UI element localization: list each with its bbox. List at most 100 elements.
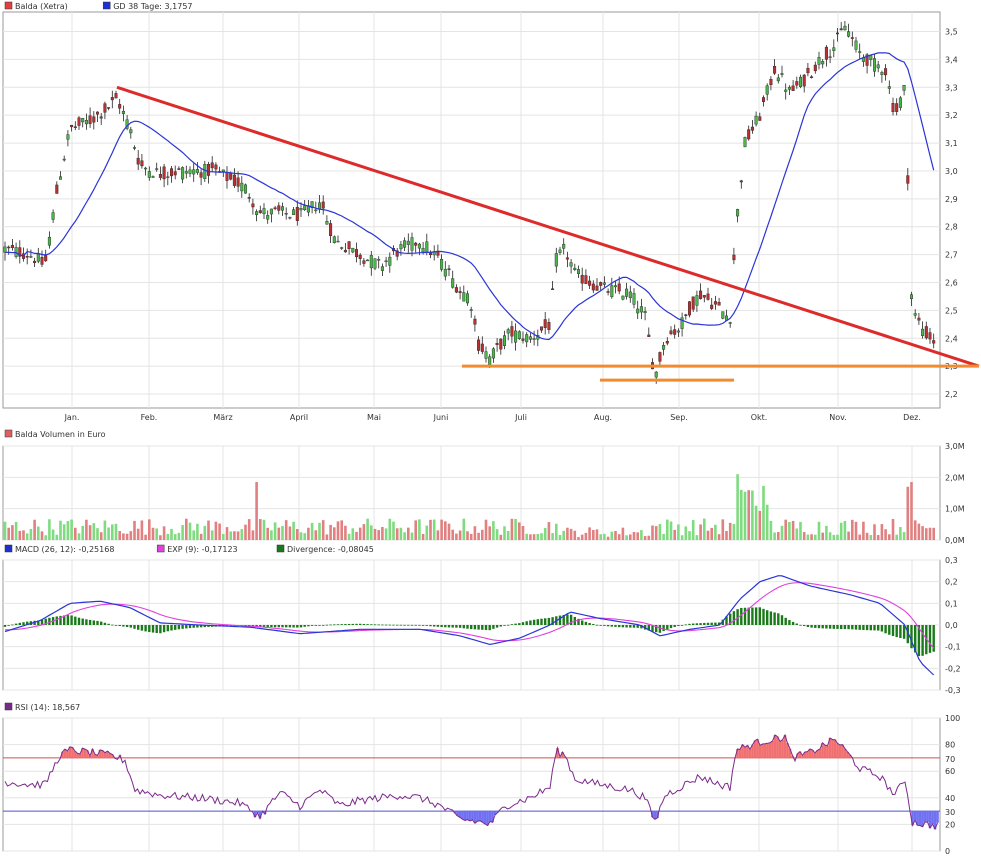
rsi-overbought-fill (766, 743, 769, 758)
volume-bar (625, 535, 628, 540)
volume-bar (839, 522, 843, 540)
macd-legend-label: Divergence: -0,08045 (287, 545, 374, 554)
candle-body (562, 243, 566, 249)
volume-bar (536, 533, 540, 540)
candle-body (440, 259, 444, 270)
volume-bar (418, 519, 421, 540)
volume-bar (899, 527, 902, 540)
candle-body (836, 32, 840, 35)
price-legend-swatch (102, 1, 111, 10)
candle-body (695, 295, 699, 306)
candle-body (921, 328, 925, 336)
divergence-bar (88, 619, 92, 625)
divergence-bar (470, 625, 473, 630)
volume-bar (11, 525, 14, 540)
volume-bar (40, 531, 44, 540)
candle-body (480, 343, 484, 352)
volume-bar (129, 531, 133, 540)
candle-body (477, 339, 481, 351)
rsi-overbought-fill (776, 736, 779, 758)
candle-body (728, 322, 732, 324)
candle-body (802, 74, 806, 87)
candle-body (551, 288, 555, 290)
divergence-bar (851, 625, 854, 630)
divergence-bar (122, 625, 125, 627)
candle-body (129, 129, 133, 134)
divergence-bar (107, 623, 110, 625)
candle-body (36, 253, 40, 262)
divergence-bar (159, 625, 162, 634)
candle-body (281, 206, 285, 211)
candle-body (773, 66, 777, 74)
candle-body (410, 237, 414, 251)
volume-bar (784, 519, 787, 540)
divergence-bar (418, 624, 421, 626)
candle-body (673, 329, 677, 335)
volume-bar (159, 535, 162, 540)
divergence-bar (817, 625, 821, 629)
candle-body (255, 211, 259, 215)
divergence-bar (666, 625, 669, 630)
divergence-bar (125, 625, 129, 627)
divergence-bar (192, 625, 195, 628)
candle-body (243, 184, 247, 194)
candle-body (147, 171, 151, 178)
volume-bar (617, 534, 621, 540)
volume-bar (421, 533, 425, 540)
candle-body (384, 260, 388, 263)
volume-bar (125, 533, 129, 540)
divergence-bar (814, 625, 817, 628)
volume-bar (902, 532, 906, 540)
macd-y-tick-label: 0,3 (945, 556, 958, 565)
volume-bar (740, 489, 743, 540)
volume-bar (695, 535, 699, 540)
divergence-bar (318, 625, 321, 626)
month-label: Jan. (64, 413, 80, 422)
divergence-bar (170, 625, 173, 631)
price-legend-label: Balda (Xetra) (15, 2, 68, 11)
divergence-bar (262, 625, 266, 627)
volume-bar (118, 531, 121, 540)
divergence-bar (310, 625, 314, 626)
volume-legend-label: Balda Volumen in Euro (15, 430, 106, 439)
candle-body (336, 240, 340, 243)
divergence-bar (377, 624, 380, 626)
divergence-bar (629, 625, 632, 628)
volume-bar (799, 521, 802, 540)
price-y-tick-label: 3,3 (945, 83, 958, 92)
volume-bar (610, 531, 614, 540)
volume-bar (392, 521, 395, 540)
divergence-bar (610, 625, 613, 627)
divergence-bar (588, 622, 591, 625)
candle-body (388, 256, 392, 266)
rsi-oversold-fill (923, 811, 927, 823)
divergence-bar (888, 625, 891, 635)
divergence-bar (3, 625, 7, 627)
candle-body (665, 340, 669, 344)
divergence-bar (499, 625, 502, 627)
divergence-bar (166, 625, 169, 632)
month-label: April (290, 413, 308, 422)
divergence-bar (48, 617, 51, 625)
volume-bar (762, 485, 765, 540)
divergence-bar (847, 625, 850, 630)
volume-bar (88, 525, 92, 540)
divergence-bar (333, 624, 336, 626)
rsi-overbought-fill (818, 748, 822, 758)
candle-body (3, 246, 7, 253)
rsi-overbought-fill (66, 750, 69, 758)
candle-body (754, 115, 758, 125)
volume-bar (662, 533, 665, 540)
volume-bar (769, 520, 773, 540)
candle-body (258, 210, 262, 214)
divergence-bar (137, 625, 140, 630)
divergence-bar (425, 625, 428, 626)
divergence-bar (732, 611, 736, 625)
volume-bar (114, 523, 118, 540)
volume-bar (506, 530, 510, 540)
divergence-bar (873, 625, 876, 631)
volume-bar (888, 534, 891, 540)
macd-y-tick-label: -0,3 (945, 686, 961, 695)
candle-body (314, 209, 318, 212)
candle-body (29, 256, 33, 258)
